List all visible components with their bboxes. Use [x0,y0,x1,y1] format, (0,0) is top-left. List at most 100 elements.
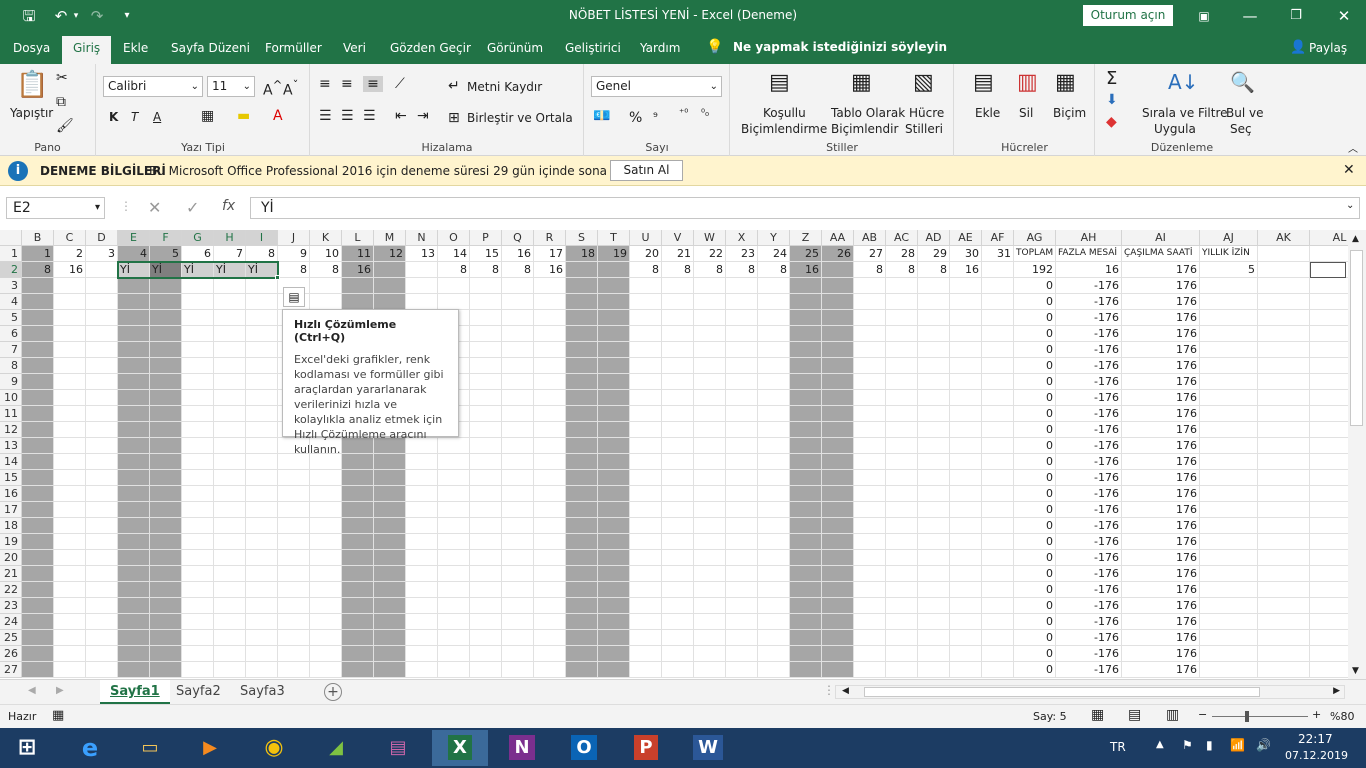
decrease-indent-icon[interactable]: ⇤ [395,108,407,124]
column-header-ah[interactable]: AH [1056,230,1122,246]
cell-aj24[interactable] [1200,614,1258,630]
expand-formula-icon[interactable]: ⌄ [1346,200,1354,211]
cell-n16[interactable] [406,486,438,502]
cell-s26[interactable] [566,646,598,662]
cell-aj7[interactable] [1200,342,1258,358]
column-header-o[interactable]: O [438,230,470,246]
italic-button[interactable]: T [131,110,138,124]
cell-b27[interactable] [22,662,54,678]
cell-d5[interactable] [86,310,118,326]
cell-t2[interactable] [598,262,630,278]
cell-g18[interactable] [182,518,214,534]
cell-l24[interactable] [342,614,374,630]
cell-v22[interactable] [662,582,694,598]
format-button[interactable]: Biçim [1053,106,1086,120]
cell-n20[interactable] [406,550,438,566]
cell-aa18[interactable] [822,518,854,534]
cell-ak6[interactable] [1258,326,1310,342]
cell-i23[interactable] [246,598,278,614]
conditional-label-1[interactable]: Koşullu [763,106,806,120]
row-header-21[interactable]: 21 [0,566,22,582]
cell-h26[interactable] [214,646,246,662]
cell-ab10[interactable] [854,390,886,406]
cell-w7[interactable] [694,342,726,358]
cell-y22[interactable] [758,582,790,598]
cell-u23[interactable] [630,598,662,614]
cell-e14[interactable] [118,454,150,470]
cell-w22[interactable] [694,582,726,598]
cell-c15[interactable] [54,470,86,486]
cell-o4[interactable] [438,294,470,310]
cell-b16[interactable] [22,486,54,502]
cell-p4[interactable] [470,294,502,310]
cell-h9[interactable] [214,374,246,390]
cell-ad8[interactable] [918,358,950,374]
cell-t11[interactable] [598,406,630,422]
cell-i26[interactable] [246,646,278,662]
cell-p20[interactable] [470,550,502,566]
cell-ab8[interactable] [854,358,886,374]
cell-l4[interactable] [342,294,374,310]
cell-o22[interactable] [438,582,470,598]
cell-f23[interactable] [150,598,182,614]
cell-t27[interactable] [598,662,630,678]
scroll-down-icon[interactable]: ▼ [1352,666,1359,676]
cell-f17[interactable] [150,502,182,518]
font-name-combo[interactable]: Calibri ⌄ [103,76,203,97]
cell-d7[interactable] [86,342,118,358]
cell-ag19[interactable]: 0 [1014,534,1056,550]
cell-ab3[interactable] [854,278,886,294]
cell-u25[interactable] [630,630,662,646]
increase-indent-icon[interactable]: ⇥ [417,108,429,124]
cell-f13[interactable] [150,438,182,454]
cell-s11[interactable] [566,406,598,422]
cell-al25[interactable] [1310,630,1348,646]
cell-c9[interactable] [54,374,86,390]
cell-q15[interactable] [502,470,534,486]
cell-ak25[interactable] [1258,630,1310,646]
column-header-r[interactable]: R [534,230,566,246]
cell-ab11[interactable] [854,406,886,422]
cell-v26[interactable] [662,646,694,662]
cell-m26[interactable] [374,646,406,662]
minimize-icon[interactable]: — [1232,4,1268,28]
cell-v17[interactable] [662,502,694,518]
cell-f26[interactable] [150,646,182,662]
cell-b5[interactable] [22,310,54,326]
cell-o19[interactable] [438,534,470,550]
function-icon[interactable]: fx [222,198,235,214]
cell-b6[interactable] [22,326,54,342]
cell-c8[interactable] [54,358,86,374]
cell-d2[interactable] [86,262,118,278]
cell-ak26[interactable] [1258,646,1310,662]
cell-p8[interactable] [470,358,502,374]
cell-c10[interactable] [54,390,86,406]
column-header-y[interactable]: Y [758,230,790,246]
cell-y19[interactable] [758,534,790,550]
cell-p6[interactable] [470,326,502,342]
autosum-icon[interactable]: Σ [1106,68,1117,89]
cell-ab24[interactable] [854,614,886,630]
formula-input[interactable]: Yİ [250,197,1360,219]
cell-z24[interactable] [790,614,822,630]
column-header-l[interactable]: L [342,230,374,246]
cell-ag14[interactable]: 0 [1014,454,1056,470]
table-label-2[interactable]: Biçimlendir [831,122,898,136]
cell-n1[interactable]: 13 [406,246,438,262]
row-header-19[interactable]: 19 [0,534,22,550]
cell-w26[interactable] [694,646,726,662]
cell-e21[interactable] [118,566,150,582]
align-top-icon[interactable]: ≡ [319,76,331,92]
cell-t20[interactable] [598,550,630,566]
cell-aj22[interactable] [1200,582,1258,598]
cell-x8[interactable] [726,358,758,374]
cell-e26[interactable] [118,646,150,662]
cell-t15[interactable] [598,470,630,486]
cell-ah20[interactable]: -176 [1056,550,1122,566]
cell-af23[interactable] [982,598,1014,614]
cell-y8[interactable] [758,358,790,374]
scroll-right-icon[interactable]: ▶ [1333,686,1340,696]
cell-u2[interactable]: 8 [630,262,662,278]
cell-af3[interactable] [982,278,1014,294]
cell-w15[interactable] [694,470,726,486]
